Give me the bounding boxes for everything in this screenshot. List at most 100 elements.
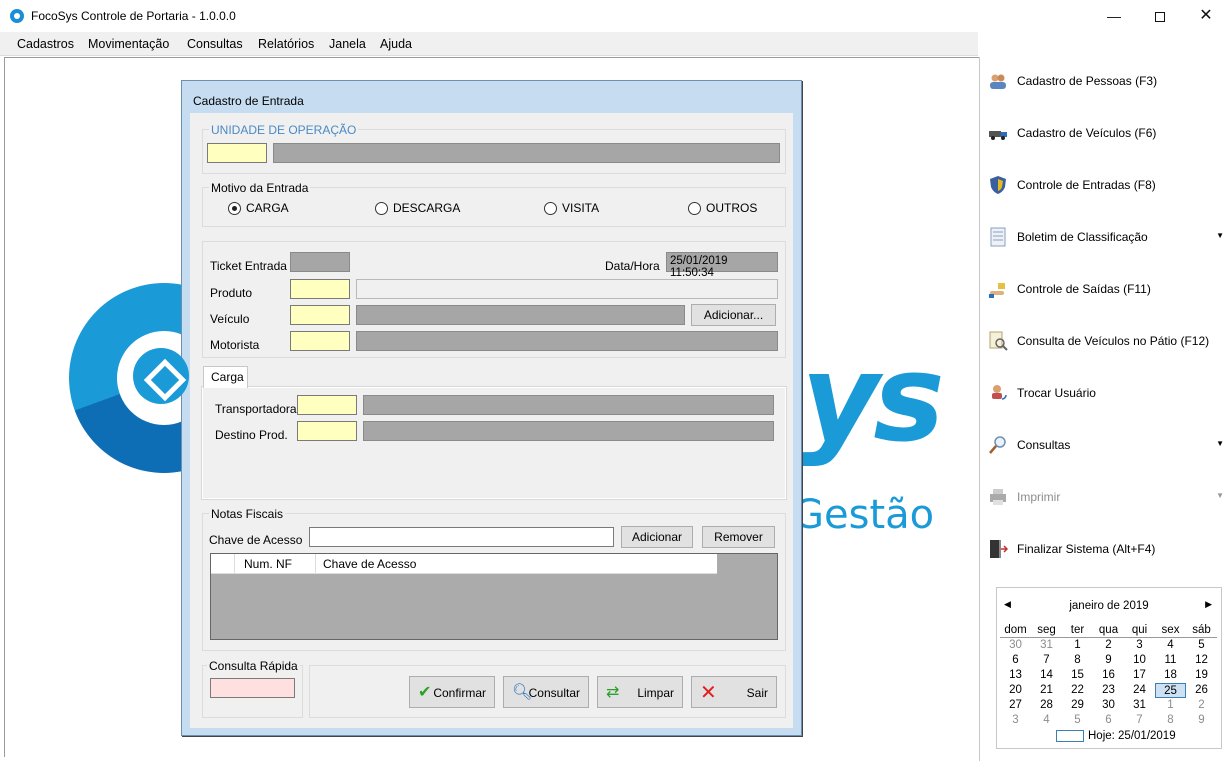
sidebar-item-boletim-classificacao[interactable]: Boletim de Classificação ▼	[988, 225, 1224, 249]
sidebar-item-imprimir[interactable]: Imprimir ▼	[988, 485, 1224, 509]
calendar-day[interactable]: 8	[1062, 653, 1093, 668]
veiculo-code-input[interactable]	[290, 305, 350, 325]
sidebar-item-controle-entradas[interactable]: Controle de Entradas (F8)	[988, 173, 1224, 197]
calendar-today[interactable]: Hoje: 25/01/2019	[1056, 730, 1176, 742]
calendar-day[interactable]: 23	[1093, 683, 1124, 698]
calendar-day[interactable]: 20	[1000, 683, 1031, 698]
sidebar-item-finalizar-sistema[interactable]: Finalizar Sistema (Alt+F4)	[988, 537, 1224, 561]
destino-code-input[interactable]	[297, 421, 357, 441]
column-chave-acesso[interactable]: Chave de Acesso	[317, 554, 422, 574]
menu-janela[interactable]: Janela	[329, 37, 366, 51]
calendar-day[interactable]: 6	[1000, 653, 1031, 668]
calendar-day[interactable]: 29	[1062, 698, 1093, 713]
menu-consultas[interactable]: Consultas	[187, 37, 243, 51]
calendar-day[interactable]: 14	[1031, 668, 1062, 683]
calendar-day[interactable]: 12	[1186, 653, 1217, 668]
sidebar-item-cadastro-veiculos[interactable]: Cadastro de Veículos (F6)	[988, 121, 1224, 145]
notas-grid[interactable]: Num. NF Chave de Acesso	[210, 553, 778, 640]
motivo-outros-radio[interactable]: OUTROS	[688, 201, 768, 217]
calendar-day[interactable]: 17	[1124, 668, 1155, 683]
calendar-day[interactable]: 31	[1124, 698, 1155, 713]
unidade-label: UNIDADE DE OPERAÇÃO	[209, 123, 359, 137]
window-title: FocoSys Controle de Portaria - 1.0.0.0	[31, 9, 236, 23]
calendar-day[interactable]: 13	[1000, 668, 1031, 683]
calendar-month-label[interactable]: janeiro de 2019	[997, 600, 1221, 612]
calendar-day[interactable]: 7	[1031, 653, 1062, 668]
calendar-day[interactable]: 8	[1155, 713, 1186, 728]
consulta-rapida-input[interactable]	[210, 678, 295, 698]
motorista-code-input[interactable]	[290, 331, 350, 351]
sidebar-item-consultas[interactable]: Consultas ▼	[988, 433, 1224, 457]
calendar-day[interactable]: 9	[1186, 713, 1217, 728]
transportadora-code-input[interactable]	[297, 395, 357, 415]
motivo-visita-radio[interactable]: VISITA	[544, 201, 624, 217]
calendar-day[interactable]: 31	[1031, 638, 1062, 653]
calendar-day[interactable]: 21	[1031, 683, 1062, 698]
nf-add-button[interactable]: Adicionar	[621, 526, 693, 548]
sidebar-item-trocar-usuario[interactable]: Trocar Usuário	[988, 381, 1224, 405]
calendar-day[interactable]: 26	[1186, 683, 1217, 698]
chave-acesso-input[interactable]	[309, 527, 614, 547]
confirmar-button[interactable]: ✔ Confirmar	[409, 676, 495, 708]
column-num-nf[interactable]: Num. NF	[236, 554, 316, 574]
close-button[interactable]: ✕	[1183, 0, 1229, 32]
unidade-code-input[interactable]	[207, 143, 267, 163]
calendar-day[interactable]: 4	[1031, 713, 1062, 728]
calendar-day[interactable]: 4	[1155, 638, 1186, 653]
sair-button[interactable]: ✕ Sair	[691, 676, 777, 708]
adicionar-veiculo-button[interactable]: Adicionar...	[691, 304, 776, 326]
calendar-day[interactable]: 27	[1000, 698, 1031, 713]
calendar-day[interactable]: 28	[1031, 698, 1062, 713]
calendar-day[interactable]: 22	[1062, 683, 1093, 698]
sidebar-item-controle-saidas[interactable]: Controle de Saídas (F11)	[988, 277, 1224, 301]
calendar-day[interactable]: 9	[1093, 653, 1124, 668]
limpar-button[interactable]: ⇄ Limpar	[597, 676, 683, 708]
motivo-carga-radio[interactable]: CARGA	[228, 201, 308, 217]
calendar-day[interactable]: 2	[1186, 698, 1217, 713]
chave-label: Chave de Acesso	[209, 533, 303, 547]
calendar-day[interactable]: 5	[1062, 713, 1093, 728]
calendar-day[interactable]: 1	[1062, 638, 1093, 653]
menu-ajuda[interactable]: Ajuda	[380, 37, 412, 51]
minimize-button[interactable]: —	[1091, 0, 1137, 32]
menu-cadastros[interactable]: Cadastros	[17, 37, 74, 51]
calendar-day[interactable]: 5	[1186, 638, 1217, 653]
maximize-button[interactable]	[1137, 0, 1183, 32]
produto-name-field	[356, 279, 778, 299]
destino-label: Destino Prod.	[215, 428, 288, 442]
menu-movimentacao[interactable]: Movimentação	[88, 37, 169, 51]
month-calendar[interactable]: ◀ janeiro de 2019 ▶ dom seg ter qua qui …	[996, 587, 1222, 749]
motivo-label: Motivo da Entrada	[209, 181, 311, 195]
calendar-day[interactable]: 2	[1093, 638, 1124, 653]
calendar-day[interactable]: 1	[1155, 698, 1186, 713]
calendar-day[interactable]: 3	[1000, 713, 1031, 728]
brand-logo-text: ys	[801, 330, 945, 469]
produto-code-input[interactable]	[290, 279, 350, 299]
calendar-day-selected[interactable]: 25	[1155, 683, 1186, 698]
nf-remove-button[interactable]: Remover	[702, 526, 775, 548]
calendar-day[interactable]: 7	[1124, 713, 1155, 728]
consultar-button[interactable]: 🔍︎ Consultar	[503, 676, 589, 708]
app-logo-icon	[10, 9, 24, 23]
calendar-day[interactable]: 18	[1155, 668, 1186, 683]
calendar-next-icon[interactable]: ▶	[1205, 599, 1212, 610]
calendar-day[interactable]: 30	[1093, 698, 1124, 713]
calendar-day[interactable]: 10	[1124, 653, 1155, 668]
brand-logo-mark	[133, 348, 189, 404]
sidebar-item-consulta-veiculos-patio[interactable]: Consulta de Veículos no Pátio (F12)	[988, 329, 1224, 353]
calendar-day[interactable]: 16	[1093, 668, 1124, 683]
calendar-day[interactable]: 6	[1093, 713, 1124, 728]
tab-carga[interactable]: Carga	[203, 366, 248, 388]
calendar-day[interactable]: 19	[1186, 668, 1217, 683]
calendar-day[interactable]: 30	[1000, 638, 1031, 653]
calendar-day[interactable]: 15	[1062, 668, 1093, 683]
veiculo-label: Veículo	[210, 312, 250, 326]
calendar-day[interactable]: 11	[1155, 653, 1186, 668]
sidebar-item-cadastro-pessoas[interactable]: Cadastro de Pessoas (F3)	[988, 69, 1224, 93]
calendar-day[interactable]: 24	[1124, 683, 1155, 698]
motivo-descarga-radio[interactable]: DESCARGA	[375, 201, 475, 217]
ticket-label: Ticket Entrada	[210, 259, 287, 273]
dialog-title: Cadastro de Entrada	[193, 94, 304, 108]
calendar-day[interactable]: 3	[1124, 638, 1155, 653]
menu-relatorios[interactable]: Relatórios	[258, 37, 314, 51]
